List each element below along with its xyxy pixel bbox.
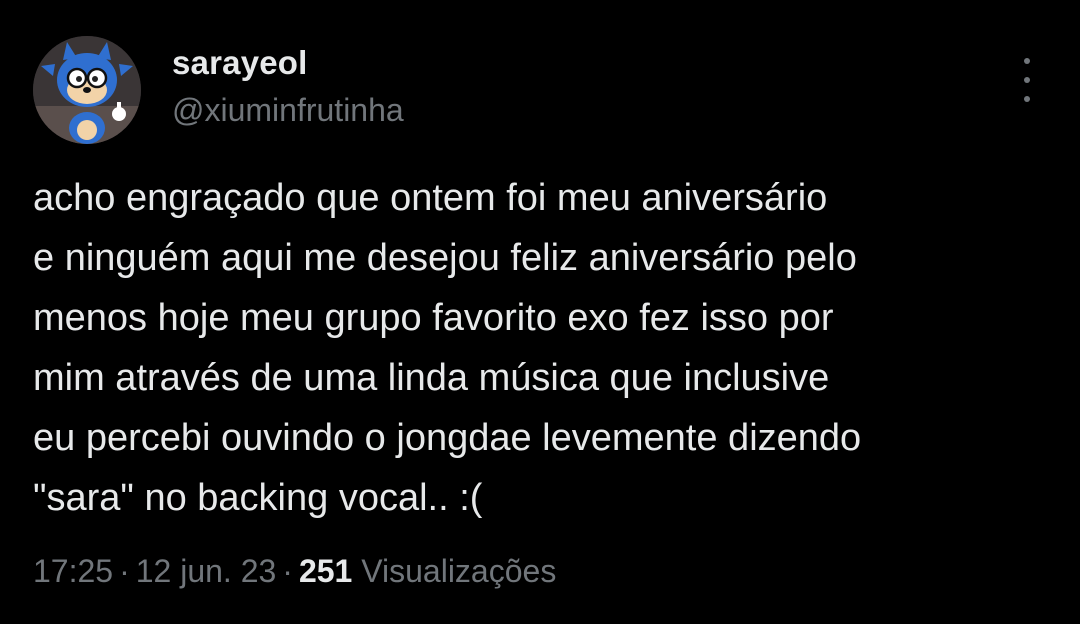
- more-vertical-icon: [1024, 96, 1030, 102]
- tweet-text: acho engraçado que ontem foi meu anivers…: [33, 177, 862, 519]
- sonic-avatar-icon: [33, 36, 141, 144]
- views-label[interactable]: Visualizações: [361, 553, 556, 589]
- tweet: sarayeol @xiuminfrutinha acho engraçado …: [0, 0, 1080, 624]
- more-options-button[interactable]: [1012, 58, 1042, 102]
- more-vertical-icon: [1024, 58, 1030, 64]
- tweet-date[interactable]: 12 jun. 23: [136, 553, 277, 589]
- avatar[interactable]: [33, 36, 141, 144]
- separator: ·: [119, 553, 130, 589]
- separator: ·: [282, 553, 293, 589]
- author-handle[interactable]: @xiuminfrutinha: [172, 92, 404, 129]
- views-count[interactable]: 251: [299, 553, 352, 589]
- tweet-meta: 17:25 · 12 jun. 23 · 251 Visualizações: [33, 553, 556, 590]
- author-display-name[interactable]: sarayeol: [172, 44, 308, 82]
- more-vertical-icon: [1024, 77, 1030, 83]
- tweet-time[interactable]: 17:25: [33, 553, 113, 589]
